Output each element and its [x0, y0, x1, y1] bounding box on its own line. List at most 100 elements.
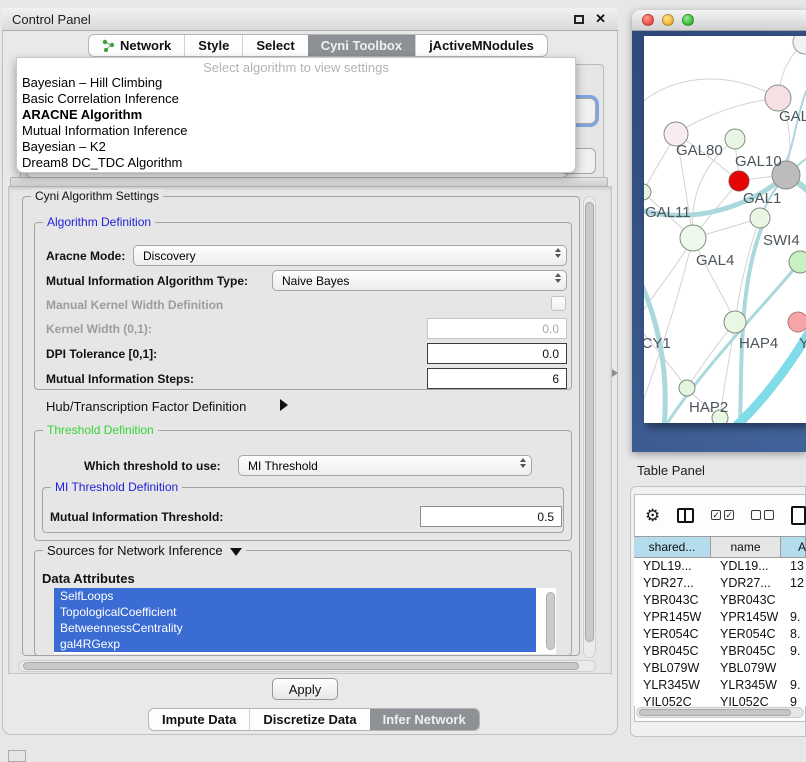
node-label: HAP4 [739, 335, 778, 352]
kernel-width-field[interactable]: 0.0 [427, 318, 567, 339]
tab-infer-network[interactable]: Infer Network [370, 709, 479, 730]
control-panel-tabs: Network Style Select Cyni Toolbox jActiv… [88, 34, 548, 57]
network-nodes [644, 36, 806, 423]
stepper-icon [555, 273, 561, 283]
menu-item-dream8[interactable]: Dream8 DC_TDC Algorithm [17, 155, 575, 171]
list-item[interactable]: BetweennessCentrality [54, 620, 536, 636]
node-selected-red[interactable] [729, 171, 749, 191]
scrollbar-thumb[interactable] [585, 202, 594, 642]
show-columns-icon[interactable]: ✓✓ [711, 510, 734, 520]
hub-definition-label: Hub/Transcription Factor Definition [46, 399, 246, 414]
mi-steps-field[interactable]: 6 [427, 368, 567, 389]
aracne-mode-combo[interactable]: Discovery [133, 245, 567, 266]
node-label: GAL80 [676, 142, 723, 159]
mi-steps-label: Mutual Information Steps: [46, 372, 194, 386]
node-label: GAL10 [735, 153, 782, 170]
table-horizontal-scrollbar[interactable] [636, 707, 804, 718]
column-layout-icon[interactable] [677, 508, 694, 523]
gear-icon[interactable]: ⚙ [645, 507, 660, 524]
list-scrollbar[interactable] [546, 592, 555, 650]
tab-cyni-toolbox[interactable]: Cyni Toolbox [308, 35, 415, 56]
table-row[interactable]: YDL19...YDL19...13 [634, 558, 806, 575]
node-label: Y [799, 335, 806, 352]
dpi-tolerance-label: DPI Tolerance [0,1]: [46, 347, 157, 361]
table-body[interactable]: YDL19...YDL19...13 YDR27...YDR27...12 YB… [634, 558, 806, 706]
network-graph [644, 36, 806, 423]
menu-item-mutual-information[interactable]: Mutual Information Inference [17, 123, 575, 139]
manual-kernel-checkbox[interactable] [551, 296, 566, 311]
tab-jactivemnodules[interactable]: jActiveMNodules [415, 35, 547, 56]
threshold-definition-title: Threshold Definition [43, 423, 158, 437]
tab-select[interactable]: Select [242, 35, 307, 56]
split-pane-arrow-icon[interactable] [612, 369, 618, 377]
float-window-icon[interactable] [574, 15, 584, 24]
collapse-arrow-icon[interactable] [230, 548, 242, 556]
node-label: GAL4 [696, 252, 734, 269]
menu-item-aracne[interactable]: ARACNE Algorithm [17, 107, 575, 123]
mi-threshold-field[interactable]: 0.5 [420, 506, 562, 527]
tab-network[interactable]: Network [89, 35, 184, 56]
sources-group-title: Sources for Network Inference [43, 543, 246, 558]
table-row[interactable]: YIL052CYIL052C9 [634, 694, 806, 706]
list-item[interactable]: gal4RGexp [54, 636, 536, 652]
node-swi4[interactable] [789, 251, 806, 273]
column-header-shared[interactable]: shared... [634, 536, 711, 558]
scrollbar-thumb[interactable] [23, 662, 579, 670]
expand-arrow-icon[interactable] [280, 399, 288, 411]
popup-placeholder: Select algorithm to view settings [17, 60, 575, 75]
node-pink[interactable] [788, 312, 806, 332]
close-traffic-light[interactable] [642, 14, 654, 26]
scrollbar-thumb[interactable] [639, 709, 791, 716]
zoom-traffic-light[interactable] [682, 14, 694, 26]
data-attributes-label: Data Attributes [42, 571, 135, 586]
table-row[interactable]: YLR345WYLR345W9. [634, 677, 806, 694]
kernel-width-label: Kernel Width (0,1): [46, 322, 152, 336]
tab-impute-data[interactable]: Impute Data [149, 709, 249, 730]
manual-kernel-label: Manual Kernel Width Definition [46, 298, 223, 312]
table-row[interactable]: YBR045CYBR045C9. [634, 643, 806, 660]
collapsed-divider[interactable] [10, 177, 608, 187]
mi-threshold-label: Mutual Information Threshold: [50, 510, 223, 524]
node-gal4[interactable] [680, 225, 706, 251]
menu-item-basic-correlation[interactable]: Basic Correlation Inference [17, 91, 575, 107]
mi-type-combo[interactable]: Naive Bayes [272, 270, 567, 291]
docked-panel-icon[interactable] [8, 750, 26, 762]
node-hap4[interactable] [724, 311, 746, 333]
menu-item-bayesian-hill-climbing[interactable]: Bayesian – Hill Climbing [17, 75, 575, 91]
dpi-tolerance-field[interactable]: 0.0 [427, 343, 567, 364]
which-threshold-combo[interactable]: MI Threshold [238, 455, 532, 476]
tab-discretize-data[interactable]: Discretize Data [249, 709, 369, 730]
settings-vertical-scrollbar[interactable] [583, 196, 596, 658]
node-label: HAP2 [689, 399, 728, 416]
table-row[interactable]: YBR043CYBR043C [634, 592, 806, 609]
new-table-icon[interactable] [791, 506, 806, 525]
table-row[interactable]: YBL079WYBL079W [634, 660, 806, 677]
table-row[interactable]: YPR145WYPR145W9. [634, 609, 806, 626]
menu-item-bayesian-k2[interactable]: Bayesian – K2 [17, 139, 575, 155]
table-row[interactable]: YDR27...YDR27...12 [634, 575, 806, 592]
algorithm-definition-title: Algorithm Definition [43, 215, 155, 229]
control-panel-titlebar[interactable]: Control Panel ✕ [2, 8, 618, 31]
list-item[interactable]: TopologicalCoefficient [54, 604, 536, 620]
column-header-name[interactable]: name [711, 536, 781, 558]
node-hap2[interactable] [679, 380, 695, 396]
cyni-settings-group-title: Cyni Algorithm Settings [31, 189, 163, 203]
network-window-titlebar[interactable] [632, 10, 806, 31]
column-header-clipped[interactable]: A [781, 536, 806, 558]
tab-style[interactable]: Style [184, 35, 242, 56]
node-label: GAL1 [743, 190, 781, 207]
minimize-traffic-light[interactable] [662, 14, 674, 26]
node-gal1[interactable] [750, 208, 770, 228]
node[interactable] [793, 36, 806, 54]
node-gal11[interactable] [644, 184, 651, 200]
network-canvas[interactable]: GAL GAL80 GAL10 GAL1 GAL11 SWI4 GAL4 GCY… [644, 36, 806, 423]
apply-button[interactable]: Apply [272, 678, 338, 700]
stepper-icon [555, 248, 561, 258]
node-gal10[interactable] [725, 129, 745, 149]
data-attributes-list[interactable]: SelfLoops TopologicalCoefficient Between… [54, 588, 556, 654]
table-row[interactable]: YER054CYER054C8. [634, 626, 806, 643]
close-icon[interactable]: ✕ [595, 11, 606, 27]
hide-columns-icon[interactable] [751, 510, 774, 520]
settings-horizontal-scrollbar[interactable] [18, 660, 596, 672]
list-item[interactable]: SelfLoops [54, 588, 536, 604]
